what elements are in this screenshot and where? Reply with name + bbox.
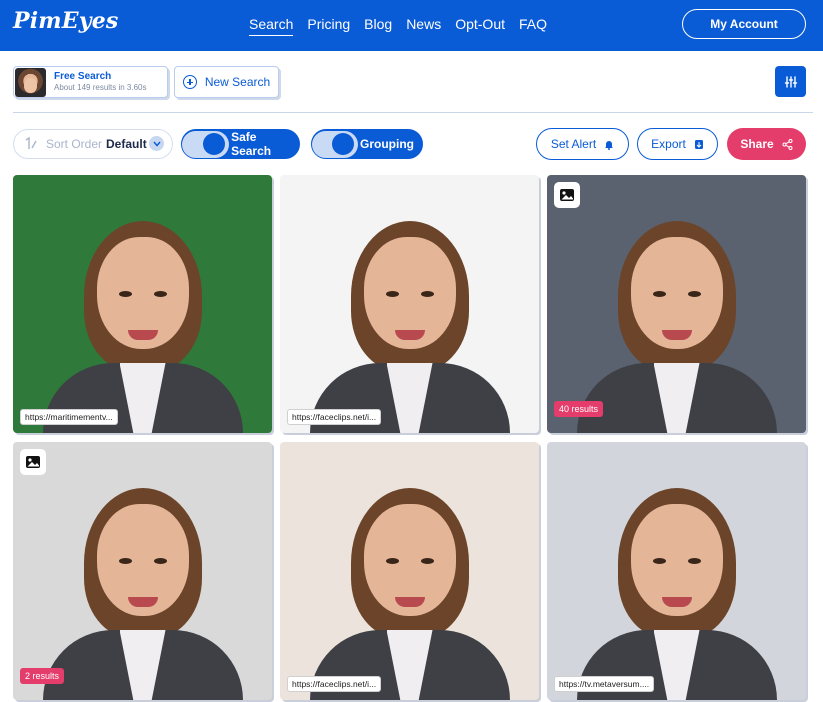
result-face-image <box>13 442 272 700</box>
sort-order-value: Default <box>106 137 147 151</box>
safe-search-label: Safe Search <box>231 130 272 158</box>
divider <box>13 112 813 113</box>
new-search-button[interactable]: New Search <box>174 66 279 98</box>
sliders-icon <box>784 75 797 88</box>
result-card[interactable]: 2 results <box>13 442 272 700</box>
result-face-image <box>13 175 272 433</box>
result-url-label[interactable]: https://tv.metaversum.... <box>554 676 655 692</box>
plus-circle-icon <box>182 75 197 89</box>
set-alert-label: Set Alert <box>550 137 597 151</box>
nav-news[interactable]: News <box>406 16 441 36</box>
export-label: Export <box>651 137 686 151</box>
my-account-button[interactable]: My Account <box>682 9 806 39</box>
result-card[interactable]: 40 results <box>547 175 806 433</box>
sort-icon <box>25 137 37 149</box>
toggle-knob <box>203 133 226 155</box>
new-search-label: New Search <box>204 75 271 89</box>
result-card[interactable]: https://maritimementv... <box>13 175 272 433</box>
nav-opt-out[interactable]: Opt-Out <box>455 16 505 36</box>
logo[interactable]: PimEyes <box>13 8 119 34</box>
sort-order-dropdown[interactable]: Sort Order Default <box>13 129 173 159</box>
result-url-label[interactable]: https://maritimementv... <box>20 409 118 425</box>
search-face-thumbnail <box>15 67 46 97</box>
result-count-badge: 40 results <box>554 401 604 417</box>
share-icon <box>782 138 793 150</box>
grouping-toggle[interactable]: Grouping <box>311 129 423 159</box>
result-card[interactable]: https://tv.metaversum.... <box>547 442 806 700</box>
share-label: Share <box>740 137 774 151</box>
nav-faq[interactable]: FAQ <box>519 16 547 36</box>
toggle-track <box>182 130 230 158</box>
sort-order-label: Sort Order <box>46 137 103 151</box>
nav-search[interactable]: Search <box>249 16 294 36</box>
result-face-image <box>547 175 806 433</box>
bell-icon <box>605 140 614 150</box>
export-button[interactable]: Export <box>637 128 718 160</box>
result-face-image <box>280 442 539 700</box>
top-header: PimEyes Search Pricing Blog News Opt-Out… <box>0 0 823 51</box>
result-face-image <box>547 442 806 700</box>
share-button[interactable]: Share <box>727 128 806 160</box>
filter-settings-button[interactable] <box>775 66 806 97</box>
export-icon <box>694 139 703 149</box>
safe-search-toggle[interactable]: Safe Search <box>181 129 300 159</box>
toggle-knob <box>332 133 354 155</box>
set-alert-button[interactable]: Set Alert <box>536 128 629 160</box>
search-title: Free Search <box>54 71 112 82</box>
result-face-image <box>280 175 539 433</box>
search-stats: About 149 results in 3.60s <box>54 83 147 92</box>
result-count-badge: 2 results <box>20 668 65 684</box>
grouping-label: Grouping <box>360 137 414 151</box>
result-url-label[interactable]: https://faceclips.net/i... <box>287 409 382 425</box>
nav-blog[interactable]: Blog <box>364 16 392 36</box>
image-icon <box>554 182 580 208</box>
search-summary-card[interactable]: Free Search About 149 results in 3.60s <box>13 66 168 98</box>
toggle-track <box>312 130 358 158</box>
result-card[interactable]: https://faceclips.net/i... <box>280 442 539 700</box>
chevron-down-icon <box>149 136 164 151</box>
result-url-label[interactable]: https://faceclips.net/i... <box>287 676 382 692</box>
main-nav: Search Pricing Blog News Opt-Out FAQ <box>249 16 547 36</box>
nav-pricing[interactable]: Pricing <box>307 16 350 36</box>
result-card[interactable]: https://faceclips.net/i... <box>280 175 539 433</box>
image-icon <box>20 449 46 475</box>
